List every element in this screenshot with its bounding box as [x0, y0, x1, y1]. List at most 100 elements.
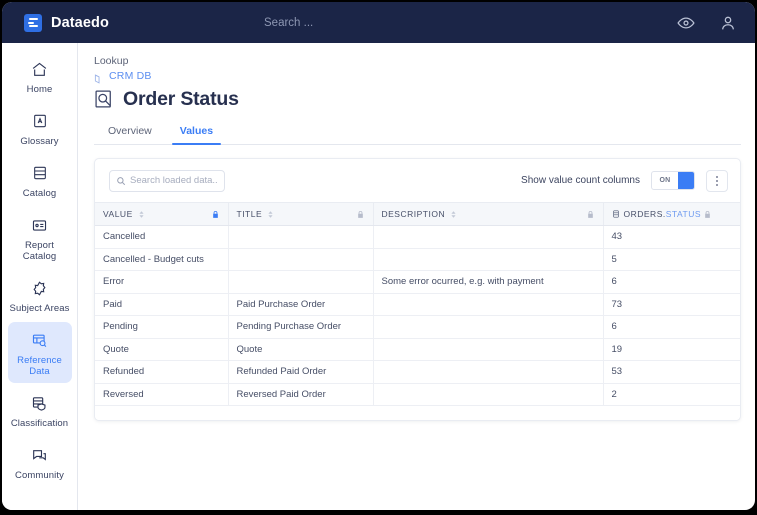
- card-toolbar: Show value count columns ON: [95, 159, 740, 202]
- data-search-box[interactable]: [109, 170, 225, 192]
- sidebar-item-report-catalog[interactable]: Report Catalog: [8, 207, 72, 268]
- sidebar-item-classification[interactable]: Classification: [8, 385, 72, 435]
- top-bar: Dataedo: [2, 2, 755, 43]
- brand-logo[interactable]: Dataedo: [24, 14, 109, 32]
- table-row[interactable]: PendingPending Purchase Order 6: [95, 316, 740, 339]
- cell-value-count[interactable]: 2: [603, 383, 740, 406]
- table-footer-spacer: [95, 406, 740, 420]
- user-icon[interactable]: [719, 14, 737, 32]
- column-header-value[interactable]: VALUE: [95, 203, 228, 226]
- sidebar-label-reference-data: ReferenceData: [17, 355, 62, 377]
- kebab-menu-icon[interactable]: [706, 170, 728, 192]
- cell-description[interactable]: [373, 338, 603, 361]
- toggle-knob: [678, 172, 694, 189]
- cell-description[interactable]: Some error ocurred, e.g. with payment: [373, 271, 603, 294]
- table-row[interactable]: ReversedReversed Paid Order 2: [95, 383, 740, 406]
- brand-name: Dataedo: [51, 15, 109, 31]
- sidebar-label-report-catalog: Report Catalog: [10, 240, 70, 262]
- report-catalog-icon: [31, 214, 48, 236]
- breadcrumb-database-link[interactable]: CRM DB: [109, 70, 152, 82]
- breadcrumb-type: Lookup: [94, 55, 741, 67]
- main-content: Lookup CRM DB Order Status: [78, 43, 755, 510]
- lock-unlocked-icon: [586, 209, 595, 220]
- cell-title[interactable]: Quote: [228, 338, 373, 361]
- classification-icon: [31, 392, 48, 414]
- catalog-icon: [32, 162, 48, 184]
- cell-description[interactable]: [373, 248, 603, 271]
- cell-value-count[interactable]: 19: [603, 338, 740, 361]
- cell-title[interactable]: [228, 248, 373, 271]
- toolbar-right-group: Show value count columns ON: [521, 170, 728, 192]
- eye-icon[interactable]: [677, 14, 695, 32]
- sidebar-item-catalog[interactable]: Catalog: [8, 155, 72, 205]
- tab-overview[interactable]: Overview: [94, 121, 166, 144]
- cell-value-count[interactable]: 6: [603, 316, 740, 339]
- column-header-orders-status[interactable]: ORDERS.STATUS: [603, 203, 740, 226]
- cell-value-count[interactable]: 43: [603, 226, 740, 249]
- table-row[interactable]: QuoteQuote 19: [95, 338, 740, 361]
- cell-title[interactable]: Pending Purchase Order: [228, 316, 373, 339]
- sort-icon: [267, 211, 274, 218]
- sidebar-label-glossary: Glossary: [20, 136, 58, 147]
- table-row[interactable]: Cancelled 43: [95, 226, 740, 249]
- table-row[interactable]: Cancelled - Budget cuts 5: [95, 248, 740, 271]
- cell-value[interactable]: Reversed: [95, 383, 228, 406]
- cell-description[interactable]: [373, 226, 603, 249]
- data-search-input[interactable]: [130, 175, 218, 186]
- database-link-icon: [94, 71, 105, 82]
- cell-value[interactable]: Refunded: [95, 361, 228, 384]
- cell-title[interactable]: [228, 271, 373, 294]
- tab-values[interactable]: Values: [166, 121, 227, 144]
- cell-title[interactable]: Refunded Paid Order: [228, 361, 373, 384]
- column-header-title[interactable]: TITLE: [228, 203, 373, 226]
- cell-description[interactable]: [373, 383, 603, 406]
- sidebar-item-reference-data[interactable]: ReferenceData: [8, 322, 72, 383]
- values-table: VALUE: [95, 202, 740, 420]
- cell-description[interactable]: [373, 316, 603, 339]
- sidebar-label-community: Community: [15, 470, 64, 481]
- global-search-input[interactable]: [264, 2, 444, 43]
- table-body: Cancelled43Cancelled - Budget cuts5Error…: [95, 226, 740, 420]
- cell-value-count[interactable]: 6: [603, 271, 740, 294]
- breadcrumb: CRM DB: [94, 70, 741, 82]
- table-column-icon: [612, 209, 620, 219]
- cell-title[interactable]: Reversed Paid Order: [228, 383, 373, 406]
- column-label-status: STATUS: [666, 209, 701, 219]
- lock-unlocked-icon: [356, 209, 365, 220]
- table-row[interactable]: Error Some error ocurred, e.g. with payme…: [95, 271, 740, 294]
- cell-description[interactable]: [373, 293, 603, 316]
- app-window: Dataedo: [2, 2, 755, 510]
- sidebar-nav: Home Glossary Catalog: [2, 43, 78, 510]
- cell-value-count[interactable]: 73: [603, 293, 740, 316]
- value-count-toggle[interactable]: ON: [651, 171, 695, 190]
- lock-locked-icon: [211, 209, 220, 220]
- table-row[interactable]: RefundedRefunded Paid Order 53: [95, 361, 740, 384]
- cell-value[interactable]: Paid: [95, 293, 228, 316]
- cell-value-count[interactable]: 5: [603, 248, 740, 271]
- cell-value-count[interactable]: 53: [603, 361, 740, 384]
- sidebar-item-home[interactable]: Home: [8, 51, 72, 101]
- community-icon: [31, 444, 48, 466]
- values-card: Show value count columns ON: [94, 158, 741, 421]
- cell-value[interactable]: Cancelled - Budget cuts: [95, 248, 228, 271]
- sidebar-label-home: Home: [27, 84, 53, 95]
- cell-value[interactable]: Pending: [95, 316, 228, 339]
- cell-title[interactable]: [228, 226, 373, 249]
- table-row[interactable]: PaidPaid Purchase Order 73: [95, 293, 740, 316]
- subject-areas-icon: [31, 277, 48, 299]
- sidebar-item-community[interactable]: Community: [8, 437, 72, 487]
- tab-bar: Overview Values: [94, 121, 741, 145]
- page-header: Order Status: [94, 88, 741, 111]
- sidebar-label-catalog: Catalog: [23, 188, 56, 199]
- cell-value[interactable]: Quote: [95, 338, 228, 361]
- cell-title[interactable]: Paid Purchase Order: [228, 293, 373, 316]
- lookup-search-icon: [94, 89, 114, 110]
- sidebar-item-glossary[interactable]: Glossary: [8, 103, 72, 153]
- table-header-row: VALUE: [95, 203, 740, 226]
- cell-value[interactable]: Cancelled: [95, 226, 228, 249]
- sidebar-item-subject-areas[interactable]: Subject Areas: [8, 270, 72, 320]
- column-header-description[interactable]: DESCRIPTION: [373, 203, 603, 226]
- cell-description[interactable]: [373, 361, 603, 384]
- topbar-actions: [677, 2, 737, 43]
- cell-value[interactable]: Error: [95, 271, 228, 294]
